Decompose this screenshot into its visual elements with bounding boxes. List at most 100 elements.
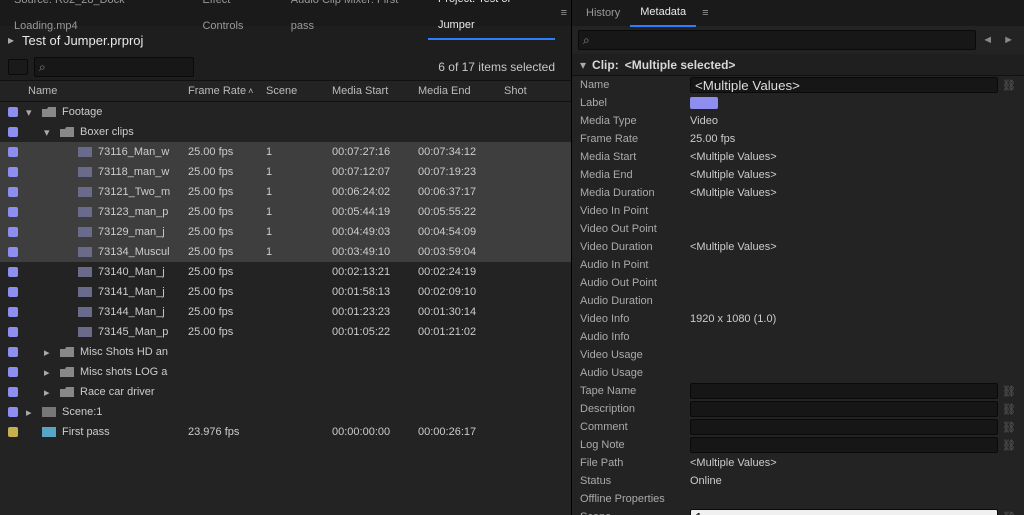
bin-row[interactable]: ▸ Scene:1 <box>0 402 571 422</box>
link-icon[interactable]: ⛓ <box>1002 385 1016 398</box>
col-media-end[interactable]: Media End <box>412 85 498 97</box>
row-name-label: 73116_Man_w <box>98 146 169 158</box>
row-name-label: 73145_Man_p <box>98 326 168 338</box>
metadata-field: Label <box>572 94 1024 112</box>
panel-menu-icon[interactable]: ≡ <box>561 7 567 19</box>
metadata-field: Comment⛓ <box>572 418 1024 436</box>
row-disclosure-icon[interactable]: ▸ <box>44 366 54 379</box>
metadata-field-label: File Path <box>580 457 690 469</box>
cell-frame: 25.00 fps <box>182 326 260 338</box>
col-name[interactable]: Name <box>22 85 182 97</box>
cell-mend: 00:01:21:02 <box>412 326 498 338</box>
folder-row[interactable]: ▸Misc shots LOG a <box>0 362 571 382</box>
label-color-swatch[interactable] <box>690 97 718 109</box>
label-chip <box>8 247 18 257</box>
cell-scene: 1 <box>260 186 326 198</box>
cell-mend: 00:07:19:23 <box>412 166 498 178</box>
link-icon[interactable]: ⛓ <box>1002 421 1016 434</box>
sequence-row[interactable]: First pass23.976 fps00:00:00:0000:00:26:… <box>0 422 571 442</box>
search-icon: ⌕ <box>583 33 590 48</box>
metadata-input-tape-name[interactable] <box>690 383 998 399</box>
row-disclosure-icon[interactable]: ▾ <box>26 106 36 119</box>
row-name-label: 73121_Two_m <box>98 186 170 198</box>
cell-frame: 25.00 fps <box>182 186 260 198</box>
section-disclosure-icon[interactable]: ▾ <box>580 58 586 72</box>
folder-icon <box>60 387 74 397</box>
project-search-input[interactable]: ⌕ <box>34 57 194 77</box>
clip-icon <box>78 147 92 157</box>
clip-icon <box>78 307 92 317</box>
col-media-start[interactable]: Media Start <box>326 85 412 97</box>
prev-icon[interactable]: ◄ <box>982 34 993 46</box>
row-name-label: 73129_man_j <box>98 226 165 238</box>
metadata-field-label: Media End <box>580 169 690 181</box>
label-chip <box>8 367 18 377</box>
panel-tab[interactable]: History <box>576 0 630 26</box>
clip-section-header[interactable]: ▾ Clip: <Multiple selected> <box>572 54 1024 76</box>
panel-menu-icon[interactable]: ≡ <box>702 7 708 19</box>
col-scene[interactable]: Scene <box>260 85 326 97</box>
clip-row[interactable]: 73123_man_p25.00 fps100:05:44:1900:05:55… <box>0 202 571 222</box>
clip-row[interactable]: 73141_Man_j25.00 fps00:01:58:1300:02:09:… <box>0 282 571 302</box>
label-chip <box>8 407 18 417</box>
col-shot[interactable]: Shot <box>498 85 548 97</box>
metadata-input-name[interactable] <box>690 77 998 93</box>
folder-row[interactable]: ▸ Race car driver <box>0 382 571 402</box>
clip-row[interactable]: 73121_Two_m25.00 fps100:06:24:0200:06:37… <box>0 182 571 202</box>
folder-row[interactable]: ▸Misc Shots HD an <box>0 342 571 362</box>
clip-icon <box>78 227 92 237</box>
project-disclosure-icon[interactable]: ▸ <box>8 33 14 47</box>
project-title-row: ▸ Test of Jumper.prproj <box>0 26 571 54</box>
clip-row[interactable]: 73134_Muscul25.00 fps100:03:49:1000:03:5… <box>0 242 571 262</box>
metadata-field-label: Status <box>580 475 690 487</box>
column-headers[interactable]: NameFrame Rate˄SceneMedia StartMedia End… <box>0 80 571 102</box>
row-disclosure-icon[interactable]: ▸ <box>44 346 54 359</box>
metadata-field-label: Description <box>580 403 690 415</box>
folder-row[interactable]: ▾Footage <box>0 102 571 122</box>
bin-icon <box>42 407 56 417</box>
label-chip <box>8 187 18 197</box>
metadata-input-scene[interactable] <box>690 509 998 515</box>
col-framerate[interactable]: Frame Rate˄ <box>182 85 260 97</box>
row-name-label: Scene:1 <box>62 406 102 418</box>
row-name-label: 73141_Man_j <box>98 286 165 298</box>
row-disclosure-icon[interactable]: ▸ <box>26 406 36 419</box>
clip-row[interactable]: 73118_man_w25.00 fps100:07:12:0700:07:19… <box>0 162 571 182</box>
row-name-label: Boxer clips <box>80 126 134 138</box>
metadata-input-description[interactable] <box>690 401 998 417</box>
metadata-field: Name⛓ <box>572 76 1024 94</box>
link-icon[interactable]: ⛓ <box>1002 439 1016 452</box>
cell-mend: 00:06:37:17 <box>412 186 498 198</box>
metadata-field-label: Audio Usage <box>580 367 690 379</box>
metadata-value: <Multiple Values> <box>690 169 1016 181</box>
cell-frame: 25.00 fps <box>182 246 260 258</box>
next-icon[interactable]: ► <box>1003 34 1014 46</box>
label-chip <box>8 347 18 357</box>
metadata-search-input[interactable]: ⌕ <box>578 30 976 50</box>
metadata-input-comment[interactable] <box>690 419 998 435</box>
clip-row[interactable]: 73144_Man_j25.00 fps00:01:23:2300:01:30:… <box>0 302 571 322</box>
cell-frame: 25.00 fps <box>182 226 260 238</box>
cell-mstart: 00:03:49:10 <box>326 246 412 258</box>
row-name-label: Race car driver <box>80 386 155 398</box>
clip-row[interactable]: 73140_Man_j25.00 fps00:02:13:2100:02:24:… <box>0 262 571 282</box>
metadata-field-label: Media Duration <box>580 187 690 199</box>
panel-tab[interactable]: Metadata <box>630 0 696 27</box>
metadata-field: Audio Usage <box>572 364 1024 382</box>
link-icon[interactable]: ⛓ <box>1002 79 1016 92</box>
clip-icon <box>78 287 92 297</box>
clip-row[interactable]: 73129_man_j25.00 fps100:04:49:0300:04:54… <box>0 222 571 242</box>
metadata-input-log-note[interactable] <box>690 437 998 453</box>
folder-row[interactable]: ▾ Boxer clips <box>0 122 571 142</box>
cell-mstart: 00:07:12:07 <box>326 166 412 178</box>
link-icon[interactable]: ⛓ <box>1002 403 1016 416</box>
clip-row[interactable]: 73116_Man_w25.00 fps100:07:27:1600:07:34… <box>0 142 571 162</box>
cell-frame: 25.00 fps <box>182 206 260 218</box>
metadata-field-label: Frame Rate <box>580 133 690 145</box>
row-disclosure-icon[interactable]: ▾ <box>44 126 54 139</box>
row-disclosure-icon[interactable]: ▸ <box>44 386 54 399</box>
clip-row[interactable]: 73145_Man_p25.00 fps00:01:05:2200:01:21:… <box>0 322 571 342</box>
link-icon[interactable]: ⛓ <box>1002 511 1016 515</box>
label-chip <box>8 167 18 177</box>
label-chip <box>8 327 18 337</box>
